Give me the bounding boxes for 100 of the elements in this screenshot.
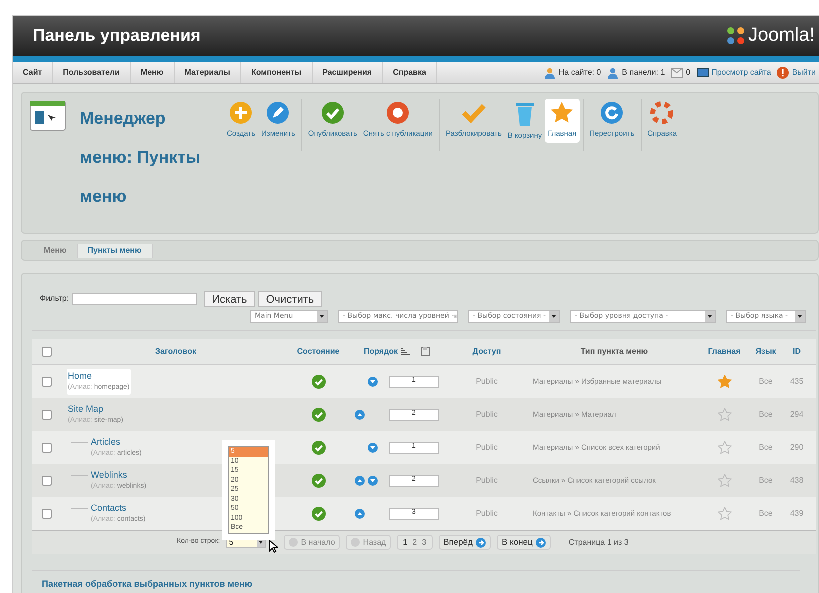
refresh-icon: [600, 101, 624, 125]
id-text: 435: [789, 376, 805, 388]
language-text: Все: [758, 508, 774, 520]
id-text: 438: [789, 474, 805, 486]
move-up-icon[interactable]: [355, 508, 365, 518]
published-check-icon[interactable]: [312, 506, 326, 520]
filter-label: Фильтр:: [40, 293, 70, 305]
column-header[interactable]: Состояние: [297, 346, 340, 358]
status-link[interactable]: Просмотр сайта: [712, 66, 772, 78]
page-button[interactable]: Вперёд: [438, 535, 491, 550]
menu-item[interactable]: Компоненты: [241, 62, 313, 83]
move-down-icon[interactable]: [368, 442, 378, 452]
exclamation-icon: [777, 66, 790, 78]
caret-icon: [795, 311, 805, 322]
outline-star-icon[interactable]: [718, 408, 732, 422]
language-text: Все: [758, 376, 774, 388]
row-checkbox[interactable]: [42, 442, 52, 452]
row-checkbox[interactable]: [42, 476, 52, 486]
published-check-icon[interactable]: [312, 408, 326, 422]
logo-icon: [726, 26, 746, 46]
row-checkbox[interactable]: [42, 410, 52, 420]
item-title-link[interactable]: Articles: [91, 436, 142, 448]
caret-icon: [317, 311, 327, 322]
batch-title: Пакетная обработка выбранных пунктов меню: [42, 579, 253, 589]
status-text: На сайте: 0: [558, 66, 602, 78]
menu-item[interactable]: Пользователи: [53, 62, 131, 83]
user-icon: [544, 66, 556, 78]
column-header[interactable]: Тип пункта меню: [580, 346, 648, 358]
published-check-icon[interactable]: [312, 374, 326, 388]
item-title-link[interactable]: Site Map: [68, 402, 124, 414]
trash-icon: [514, 101, 535, 127]
column-header[interactable]: Заголовок: [156, 346, 196, 358]
caret-icon: [549, 311, 559, 322]
published-check-icon[interactable]: [312, 440, 326, 454]
page-link[interactable]: 3: [422, 536, 427, 548]
header-title: Панель управления: [33, 25, 201, 48]
lifebuoy-icon: [650, 101, 674, 125]
column-header[interactable]: Доступ: [472, 346, 502, 358]
menu-item[interactable]: Материалы: [174, 62, 242, 83]
row-checkbox[interactable]: [42, 376, 52, 386]
move-down-icon[interactable]: [368, 376, 378, 386]
outline-star-icon[interactable]: [718, 506, 732, 520]
logo-text: Joomla!: [748, 24, 815, 48]
language-text: Все: [758, 408, 774, 420]
menu-manager-icon: [30, 101, 66, 131]
monitor-icon: [696, 68, 709, 78]
move-down-icon[interactable]: [368, 476, 378, 486]
ring-icon: [386, 101, 410, 125]
caret-icon: [705, 311, 715, 322]
arrow-right-icon: [476, 538, 486, 548]
menu-item[interactable]: Расширения: [312, 62, 384, 83]
column-header[interactable]: Главная: [708, 346, 741, 358]
id-text: 290: [789, 442, 805, 454]
access-text: Public: [475, 408, 499, 420]
arrow-right-icon: [536, 538, 546, 548]
save-order-icon[interactable]: [421, 347, 430, 356]
select-all-checkbox[interactable]: [42, 346, 52, 356]
move-up-icon[interactable]: [355, 476, 365, 486]
outline-star-icon[interactable]: [718, 474, 732, 488]
page-link[interactable]: 2: [412, 536, 418, 548]
access-text: Public: [475, 442, 499, 454]
item-title-link[interactable]: Contacts: [91, 502, 146, 514]
filter-field[interactable]: [72, 293, 198, 305]
item-title-link[interactable]: Weblinks: [91, 468, 147, 480]
mouse-cursor-icon: [269, 540, 278, 553]
menu-item[interactable]: Меню: [130, 62, 175, 83]
access-text: Public: [475, 508, 499, 520]
move-up-icon[interactable]: [355, 410, 365, 420]
column-header[interactable]: Язык: [756, 346, 776, 358]
clear-button[interactable]: Очистить: [258, 291, 322, 307]
checkmark-icon: [320, 101, 345, 125]
published-check-icon[interactable]: [312, 474, 326, 488]
status-text: В панели: 1: [622, 66, 666, 78]
menu-item[interactable]: Сайт: [13, 62, 54, 83]
status-text: 0: [686, 66, 691, 78]
filled-star-icon[interactable]: [718, 374, 732, 388]
submenu-tab[interactable]: Пункты меню: [78, 244, 153, 258]
page-link[interactable]: 1: [403, 536, 408, 548]
pencil-icon: [266, 101, 290, 125]
column-header[interactable]: Порядок: [364, 346, 398, 358]
page-info: Страница 1 из 3: [568, 536, 629, 548]
id-text: 294: [789, 408, 805, 420]
status-link[interactable]: Выйти: [792, 66, 816, 78]
outline-star-icon[interactable]: [718, 440, 732, 454]
user-icon: [607, 66, 620, 78]
envelope-icon: [671, 68, 684, 78]
menu-item[interactable]: Справка: [383, 62, 438, 83]
column-header[interactable]: ID: [793, 346, 801, 358]
item-title-link[interactable]: Home: [68, 370, 130, 382]
page-title: Менеджер меню: Пункты меню: [80, 108, 202, 208]
sort-icon[interactable]: [401, 348, 410, 356]
search-button[interactable]: Искать: [204, 291, 256, 307]
id-text: 439: [789, 508, 805, 520]
language-text: Все: [758, 442, 774, 454]
access-text: Public: [475, 474, 499, 486]
access-text: Public: [475, 376, 499, 388]
page-button[interactable]: В конец: [497, 535, 551, 550]
row-checkbox[interactable]: [42, 508, 52, 518]
star-icon: [550, 101, 574, 125]
language-text: Все: [758, 474, 774, 486]
